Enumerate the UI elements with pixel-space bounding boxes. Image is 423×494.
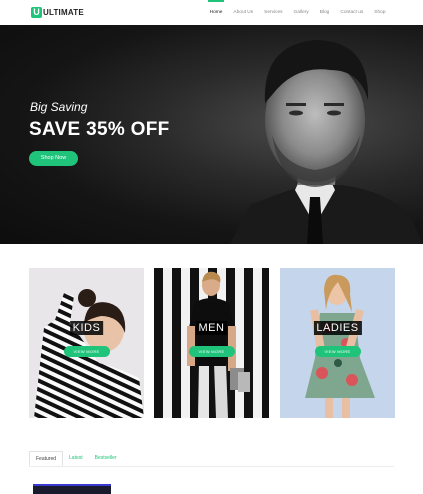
nav-services[interactable]: Services — [259, 0, 288, 25]
logo-icon: U — [31, 7, 42, 18]
category-card-kids[interactable]: KIDS VIEW MORE — [29, 268, 144, 418]
logo[interactable]: U ULTIMATE — [31, 7, 84, 18]
tab-bestseller[interactable]: Bestseller — [89, 451, 123, 466]
hero-title: SAVE 35% OFF — [29, 119, 170, 140]
tab-featured[interactable]: Featured — [29, 451, 64, 466]
category-label-men: MEN — [195, 321, 228, 335]
shop-now-button[interactable]: Shop Now — [29, 151, 78, 166]
hero-model-image — [230, 40, 423, 244]
view-more-ladies-button[interactable]: VIEW MORE — [314, 346, 361, 357]
site-header: U ULTIMATE Home About Us Services Galler… — [0, 0, 423, 25]
nav-gallery[interactable]: Gallery — [288, 0, 314, 25]
kids-model-image — [34, 289, 144, 418]
hero-banner: Big Saving SAVE 35% OFF Shop Now — [0, 25, 423, 244]
men-model-image — [187, 271, 250, 418]
nav-shop[interactable]: Shop — [369, 0, 391, 25]
category-label-kids: KIDS — [69, 321, 104, 335]
nav-blog[interactable]: Blog — [314, 0, 335, 25]
hero-subtitle: Big Saving — [30, 100, 88, 114]
nav-about-us[interactable]: About Us — [228, 0, 259, 25]
tab-latest[interactable]: Latest — [63, 451, 89, 466]
logo-text: ULTIMATE — [43, 8, 84, 17]
view-more-men-button[interactable]: VIEW MORE — [188, 346, 235, 357]
nav-home[interactable]: Home — [204, 0, 228, 25]
product-image[interactable] — [33, 484, 111, 494]
nav-contact-us[interactable]: Contact us — [335, 0, 369, 25]
main-nav: Home About Us Services Gallery Blog Cont… — [204, 0, 391, 25]
category-card-ladies[interactable]: LADIES VIEW MORE — [280, 268, 395, 418]
product-tabs: Featured Latest Bestseller — [29, 451, 394, 467]
category-card-men[interactable]: MEN VIEW MORE — [154, 268, 269, 418]
ladies-model-image — [305, 274, 375, 418]
view-more-kids-button[interactable]: VIEW MORE — [63, 346, 110, 357]
category-label-ladies: LADIES — [313, 321, 362, 335]
